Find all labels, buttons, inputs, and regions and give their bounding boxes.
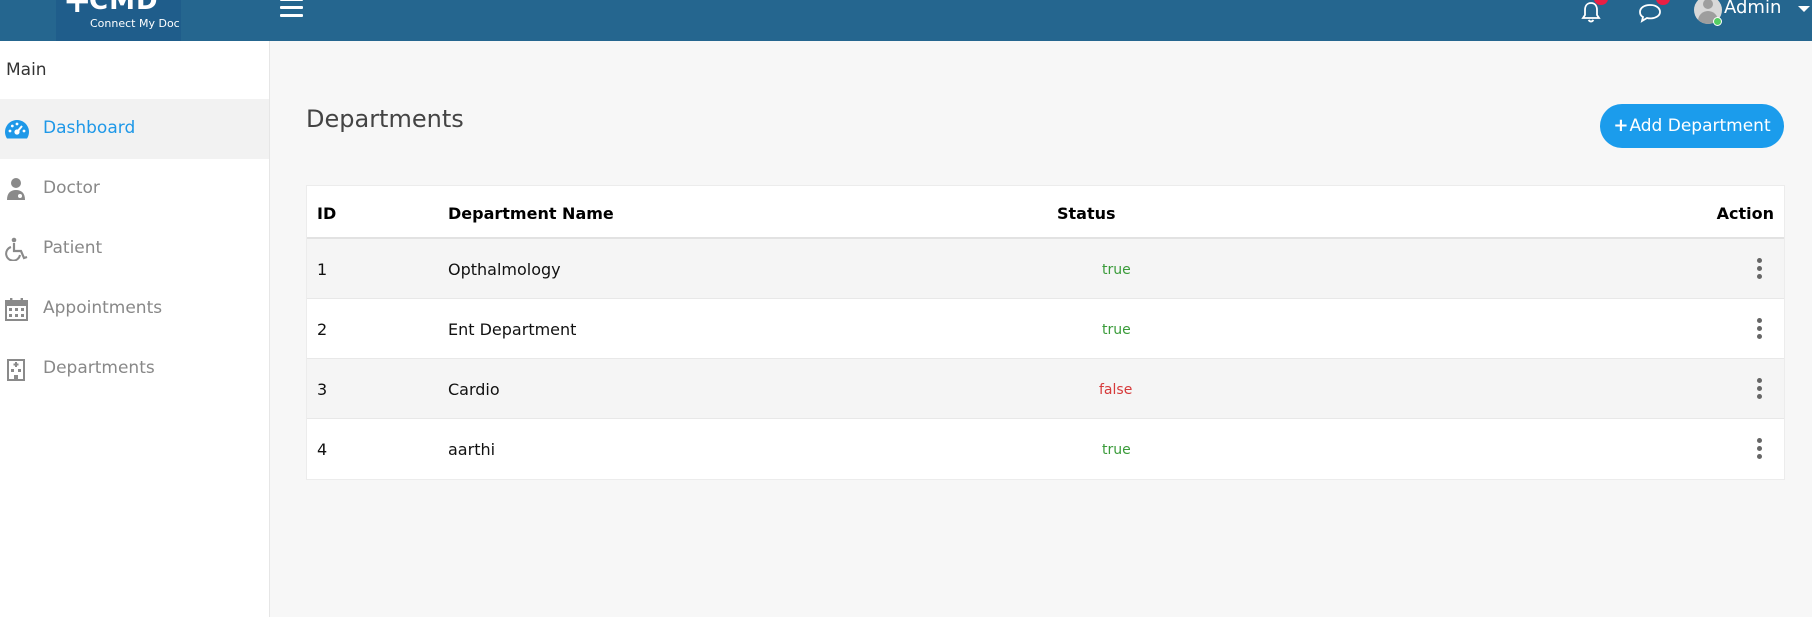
sidebar-item-appointments[interactable]: Appointments xyxy=(0,279,269,339)
logo-subtitle: Connect My Doc xyxy=(90,17,180,30)
hospital-icon xyxy=(7,359,25,381)
row-department-name: Ent Department xyxy=(448,320,577,339)
notifications-button[interactable] xyxy=(1578,0,1608,26)
chevron-down-icon xyxy=(1798,6,1810,12)
table-row: 4 aarthi true xyxy=(307,419,1784,479)
sidebar-item-patient[interactable]: Patient xyxy=(0,219,269,279)
plus-icon: + xyxy=(1613,115,1629,136)
table-row: 1 Opthalmology true xyxy=(307,239,1784,299)
row-id: 3 xyxy=(317,380,328,399)
status-badge: true xyxy=(1102,262,1131,278)
row-department-name: Opthalmology xyxy=(448,260,561,279)
column-header-status[interactable]: Status xyxy=(1057,204,1116,223)
user-name: Admin xyxy=(1724,0,1782,18)
messages-button[interactable] xyxy=(1636,0,1670,26)
column-header-id[interactable]: ID xyxy=(317,204,336,223)
sidebar-item-label: Doctor xyxy=(43,178,100,198)
sidebar-item-label: Dashboard xyxy=(43,118,136,138)
sidebar: Main Dashboard Doctor Patient Appointmen… xyxy=(0,41,270,617)
wheelchair-icon xyxy=(5,237,28,261)
add-department-label: Add Department xyxy=(1629,116,1771,136)
kebab-menu-icon[interactable] xyxy=(1754,258,1764,280)
user-menu[interactable]: Admin xyxy=(1694,0,1812,28)
sidebar-item-label: Appointments xyxy=(43,298,163,318)
status-badge: false xyxy=(1099,382,1133,398)
table-row: 2 Ent Department true xyxy=(307,299,1784,359)
sidebar-item-label: Patient xyxy=(43,238,103,258)
logo-title: CMD xyxy=(89,0,159,16)
row-department-name: aarthi xyxy=(448,440,496,459)
status-badge: true xyxy=(1102,442,1131,458)
page-title: Departments xyxy=(306,105,464,133)
row-id: 2 xyxy=(317,320,328,339)
sidebar-item-doctor[interactable]: Doctor xyxy=(0,159,269,219)
add-department-button[interactable]: +Add Department xyxy=(1600,104,1784,148)
hamburger-icon[interactable] xyxy=(280,0,304,20)
app-logo[interactable]: + CMD Connect My Doc xyxy=(56,0,181,41)
logo-plus-icon: + xyxy=(63,0,92,21)
sidebar-item-dashboard[interactable]: Dashboard xyxy=(0,99,269,159)
row-id: 1 xyxy=(317,260,328,279)
doctor-icon xyxy=(7,178,25,200)
column-header-department-name[interactable]: Department Name xyxy=(448,204,614,223)
kebab-menu-icon[interactable] xyxy=(1754,438,1764,460)
status-badge: true xyxy=(1102,322,1131,338)
row-id: 4 xyxy=(317,440,328,459)
table-header: ID Department Name Status Action xyxy=(307,186,1784,239)
dashboard-icon xyxy=(5,120,29,139)
departments-table: ID Department Name Status Action 1 Optha… xyxy=(306,185,1785,480)
kebab-menu-icon[interactable] xyxy=(1754,378,1764,400)
top-header: + CMD Connect My Doc Admin xyxy=(0,0,1812,41)
sidebar-item-label: Departments xyxy=(43,358,155,378)
sidebar-item-departments[interactable]: Departments xyxy=(0,339,269,399)
table-row: 3 Cardio false xyxy=(307,359,1784,419)
kebab-menu-icon[interactable] xyxy=(1754,318,1764,340)
online-status-dot xyxy=(1713,17,1722,26)
chat-icon xyxy=(1639,4,1661,23)
calendar-icon xyxy=(5,298,28,321)
row-department-name: Cardio xyxy=(448,380,500,399)
sidebar-section-title: Main xyxy=(6,60,47,80)
column-header-action: Action xyxy=(1716,204,1774,223)
